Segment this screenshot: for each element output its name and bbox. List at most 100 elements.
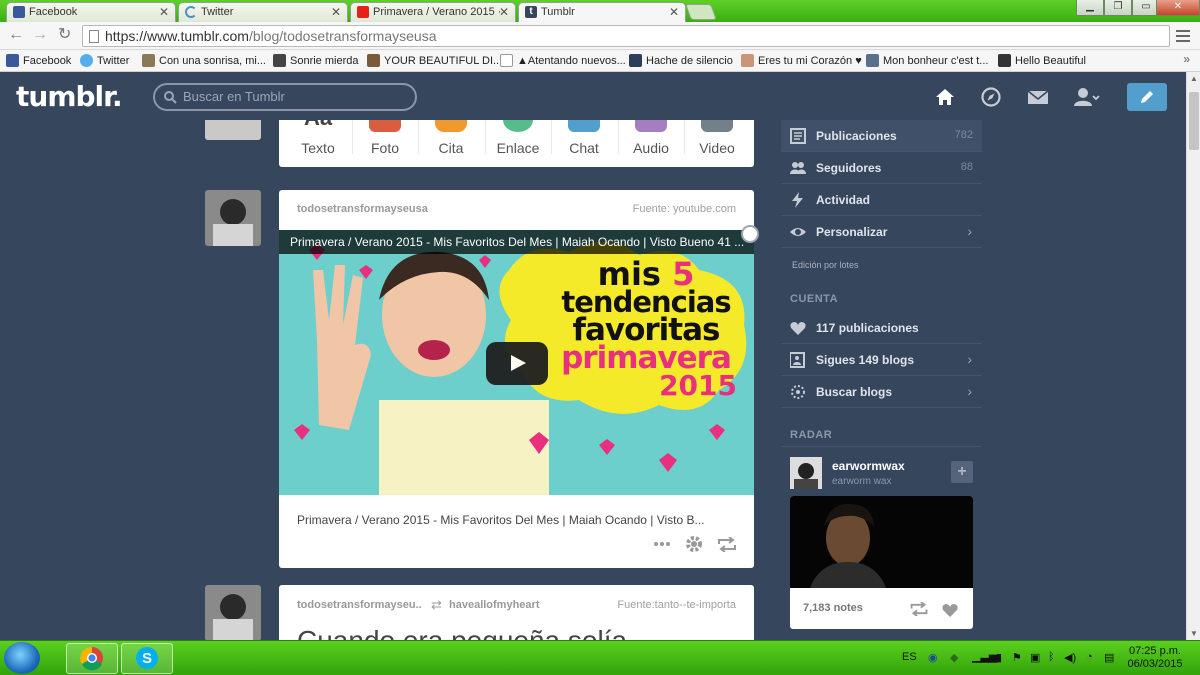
radar-blog-avatar[interactable] xyxy=(790,457,822,489)
tumblr-logo[interactable]: tumblr. xyxy=(16,80,123,113)
compose-button[interactable] xyxy=(1127,83,1167,111)
bookmark-item[interactable]: Facebook xyxy=(6,54,71,67)
wifi-icon[interactable]: ◔ xyxy=(1086,651,1093,663)
taskbar-skype[interactable]: S xyxy=(121,643,173,674)
tab-facebook[interactable]: Facebook ✕ xyxy=(6,2,176,22)
sidebar-label: Publicaciones xyxy=(816,129,897,143)
follow-plus-button[interactable]: + xyxy=(951,461,973,483)
monitor-icon[interactable]: ▣ xyxy=(1030,651,1040,664)
reblog-icon[interactable] xyxy=(717,537,737,552)
compose-label: Cita xyxy=(438,140,464,156)
like-heart-icon[interactable] xyxy=(941,602,959,618)
flag-icon[interactable]: ⚑ xyxy=(1012,651,1022,664)
play-button[interactable] xyxy=(486,342,548,385)
bookmark-item[interactable]: Sonrie mierda xyxy=(273,54,358,67)
bookmark-item[interactable]: Hache de silencio xyxy=(629,54,733,67)
compose-text-button[interactable]: Aa Texto xyxy=(285,120,351,167)
minimize-button[interactable]: ▁ xyxy=(1076,0,1104,16)
post-blog-name[interactable]: todosetransformayseusa xyxy=(297,203,428,215)
start-button[interactable] xyxy=(4,642,40,674)
home-icon[interactable] xyxy=(934,86,956,108)
text-icon: Aa xyxy=(302,120,334,130)
search-input[interactable]: Buscar en Tumblr xyxy=(153,83,417,111)
mail-icon[interactable] xyxy=(1027,86,1049,108)
compose-audio-button[interactable]: Audio xyxy=(618,120,684,167)
clock[interactable]: 07:25 p.m. 06/03/2015 xyxy=(1120,645,1190,671)
sidebar-item-posts[interactable]: Publicaciones 782 xyxy=(781,120,982,152)
sidebar-item-followers[interactable]: Seguidores 88 xyxy=(781,152,982,184)
scroll-up-icon[interactable]: ▲ xyxy=(1190,74,1198,83)
radar-blog-name[interactable]: earwormwax xyxy=(832,459,905,473)
compose-photo-button[interactable]: Foto xyxy=(352,120,418,167)
bookmark-item[interactable]: Mon bonheur c'est t... xyxy=(866,54,988,67)
close-tab-icon[interactable]: ✕ xyxy=(159,5,169,19)
compose-label: Chat xyxy=(569,140,599,156)
scroll-down-icon[interactable]: ▼ xyxy=(1190,629,1198,638)
close-window-button[interactable]: ✕ xyxy=(1156,0,1200,16)
new-tab-button[interactable] xyxy=(685,4,717,20)
more-bookmarks-icon[interactable]: » xyxy=(1183,52,1190,66)
bookmark-item[interactable]: Con una sonrisa, mi... xyxy=(142,54,266,67)
page-scrollbar[interactable]: ▲ ▼ xyxy=(1186,72,1200,640)
post-source[interactable]: Fuente: youtube.com xyxy=(633,203,736,215)
compose-chat-button[interactable]: Chat xyxy=(551,120,617,167)
display-icon[interactable]: ▤ xyxy=(1104,651,1114,664)
radar-heading: RADAR xyxy=(790,429,833,441)
video-title[interactable]: Primavera / Verano 2015 - Mis Favoritos … xyxy=(279,230,754,254)
restore-button[interactable]: ❐ xyxy=(1104,0,1132,16)
tab-youtube[interactable]: Primavera / Verano 2015 · ✕ xyxy=(350,2,516,22)
video-player[interactable]: Primavera / Verano 2015 - Mis Favoritos … xyxy=(279,230,754,495)
battery-icon[interactable]: ▮ xyxy=(996,651,1002,664)
reload-icon[interactable]: ↻ xyxy=(58,26,71,44)
sidebar-item-following[interactable]: Sigues 149 blogs › xyxy=(781,344,982,376)
bulk-edit-link[interactable]: Edición por lotes xyxy=(792,260,859,270)
back-icon[interactable]: ← xyxy=(8,26,24,44)
account-icon[interactable] xyxy=(1074,86,1100,108)
bookmark-item[interactable]: YOUR BEAUTIFUL DI... xyxy=(367,54,502,67)
settings-icon[interactable] xyxy=(685,535,703,553)
post-author-avatar[interactable] xyxy=(205,585,261,640)
sidebar-item-likes[interactable]: 117 publicaciones xyxy=(781,312,982,344)
bookmark-item[interactable]: Hello Beautiful xyxy=(998,54,1086,67)
language-indicator[interactable]: ES xyxy=(902,651,917,663)
bookmark-item[interactable]: ▲Atentando nuevos... xyxy=(500,54,626,67)
tab-twitter[interactable]: Twitter ✕ xyxy=(178,2,348,22)
compose-quote-button[interactable]: Cita xyxy=(418,120,484,167)
browser-menu-icon[interactable] xyxy=(1176,30,1190,45)
bookmark-item[interactable]: Eres tu mi Corazón ♥ xyxy=(741,54,862,67)
explore-icon[interactable] xyxy=(980,86,1002,108)
volume-icon[interactable]: ◀) xyxy=(1064,651,1076,664)
forward-icon[interactable]: → xyxy=(32,26,48,44)
taskbar-chrome[interactable] xyxy=(66,643,118,674)
loading-icon xyxy=(185,6,197,18)
compose-link-button[interactable]: Enlace xyxy=(485,120,551,167)
compose-video-button[interactable]: Video xyxy=(684,120,750,167)
heart-icon xyxy=(790,322,806,335)
expand-icon[interactable] xyxy=(741,225,759,243)
post-composer: Aa Texto Foto Cita Enlace Chat Audio Vide… xyxy=(279,120,754,167)
reblog-icon[interactable] xyxy=(909,602,929,616)
reblog-source-name[interactable]: haveallofmyheart xyxy=(449,599,539,611)
more-options-icon[interactable] xyxy=(653,541,671,547)
close-tab-icon[interactable]: ✕ xyxy=(331,5,341,19)
app-tray-icon[interactable]: ◆ xyxy=(950,651,958,664)
bluetooth-icon[interactable]: ᛒ xyxy=(1048,651,1055,663)
network-icon[interactable]: ◉ xyxy=(928,651,938,664)
address-bar[interactable]: https://www.tumblr.com/blog/todosetransf… xyxy=(82,25,1170,47)
post-blog-name[interactable]: todosetransformayseu.. xyxy=(297,599,422,611)
post-source[interactable]: Fuente:tanto--te-importa xyxy=(617,599,736,611)
radar-notes-count[interactable]: 7,183 notes xyxy=(803,602,863,614)
sidebar-item-activity[interactable]: Actividad xyxy=(781,184,982,216)
radar-post-card[interactable]: 7,183 notes xyxy=(790,496,973,629)
find-blogs-icon xyxy=(791,385,805,399)
scroll-thumb[interactable] xyxy=(1189,92,1199,150)
bookmark-item[interactable]: Twitter xyxy=(80,54,129,67)
sidebar-item-find-blogs[interactable]: Buscar blogs › xyxy=(781,376,982,408)
sidebar-item-customize[interactable]: Personalizar › xyxy=(781,216,982,248)
signal-icon[interactable]: ▁▃▅ xyxy=(972,650,997,663)
post-author-avatar[interactable] xyxy=(205,190,261,246)
user-avatar[interactable] xyxy=(205,120,261,140)
close-tab-icon[interactable]: ✕ xyxy=(499,5,509,19)
tab-tumblr[interactable]: t Tumblr ✕ xyxy=(518,2,686,22)
close-tab-icon[interactable]: ✕ xyxy=(669,5,679,19)
